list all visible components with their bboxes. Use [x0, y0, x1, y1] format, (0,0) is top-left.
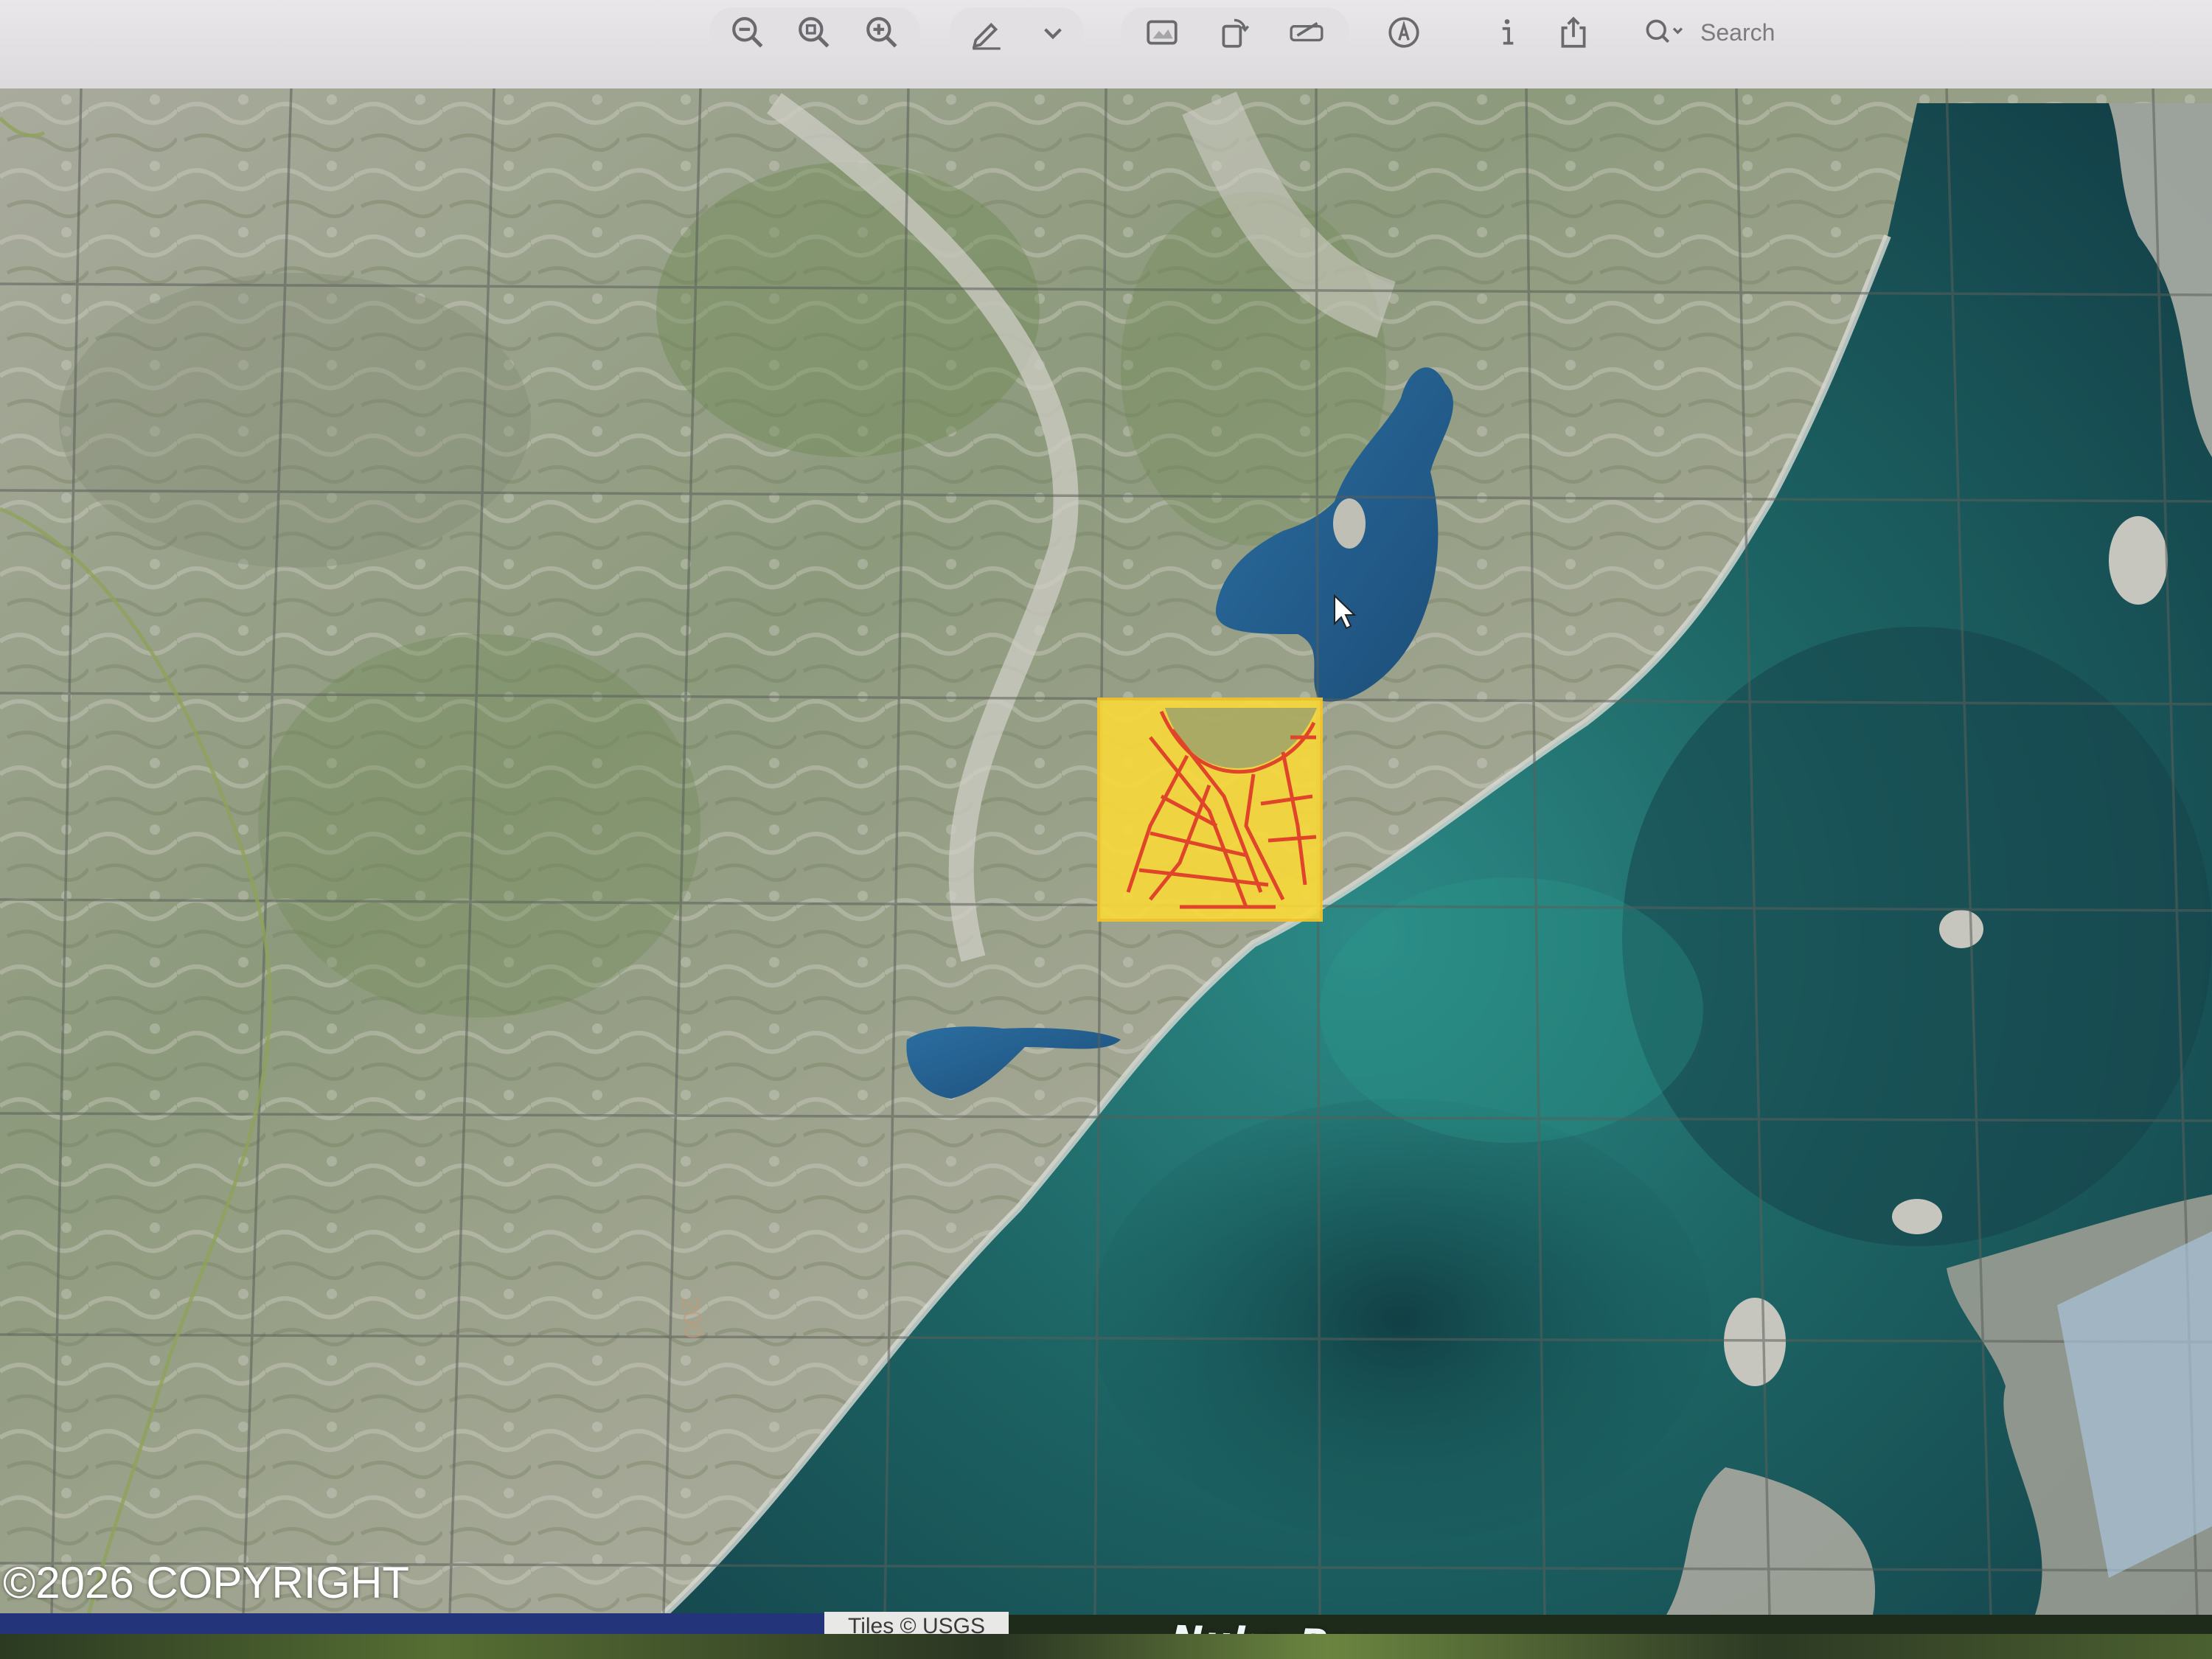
shallow-water — [1320, 877, 1703, 1143]
search-icon — [1646, 19, 1683, 44]
zoom-out-icon — [732, 17, 763, 48]
markup-options-button[interactable] — [1026, 9, 1079, 56]
magnifier-icon — [799, 17, 830, 48]
vegetation-patch — [59, 273, 531, 568]
contour-label: 200 — [676, 1295, 708, 1340]
markup-pen-button[interactable] — [960, 9, 1013, 56]
search-field[interactable] — [1630, 9, 2042, 56]
island — [1892, 1199, 1942, 1234]
foreground-foliage — [0, 1634, 2212, 1659]
rotate-icon — [1222, 18, 1250, 48]
share-button[interactable] — [1547, 9, 1600, 56]
deep-water — [1622, 627, 2212, 1246]
map-canvas: 200 — [0, 88, 2212, 1615]
copyright-watermark: ©2026 COPYRIGHT — [3, 1558, 410, 1607]
search-input[interactable] — [1699, 18, 2011, 47]
zoom-in-icon — [866, 17, 897, 48]
toolbar — [0, 0, 2212, 90]
vegetation-patch — [258, 634, 700, 1018]
info-button[interactable] — [1481, 9, 1534, 56]
share-icon — [1561, 16, 1586, 48]
highlighted-parcel[interactable] — [1097, 698, 1323, 922]
deep-water — [1091, 1099, 1711, 1541]
annotate-icon — [1388, 17, 1419, 48]
island — [1724, 1298, 1786, 1386]
lake-island — [1333, 498, 1366, 549]
zoom-in-button[interactable] — [855, 9, 908, 56]
pen-icon — [972, 22, 1001, 50]
info-icon — [1502, 19, 1514, 45]
island — [2109, 516, 2168, 605]
highlight-button[interactable] — [1280, 9, 1333, 56]
zoom-out-button[interactable] — [721, 9, 774, 56]
island — [1939, 910, 1983, 948]
crop-button[interactable] — [1135, 9, 1189, 56]
crop-icon — [1147, 20, 1178, 45]
highlight-icon — [1290, 21, 1324, 42]
annotate-button[interactable] — [1377, 9, 1430, 56]
rotate-button[interactable] — [1208, 9, 1261, 56]
actual-size-button[interactable] — [787, 9, 841, 56]
map-view[interactable]: 200 — [0, 88, 2212, 1659]
chevron-down-icon — [1044, 28, 1062, 40]
screen: 200 — [0, 0, 2212, 1659]
